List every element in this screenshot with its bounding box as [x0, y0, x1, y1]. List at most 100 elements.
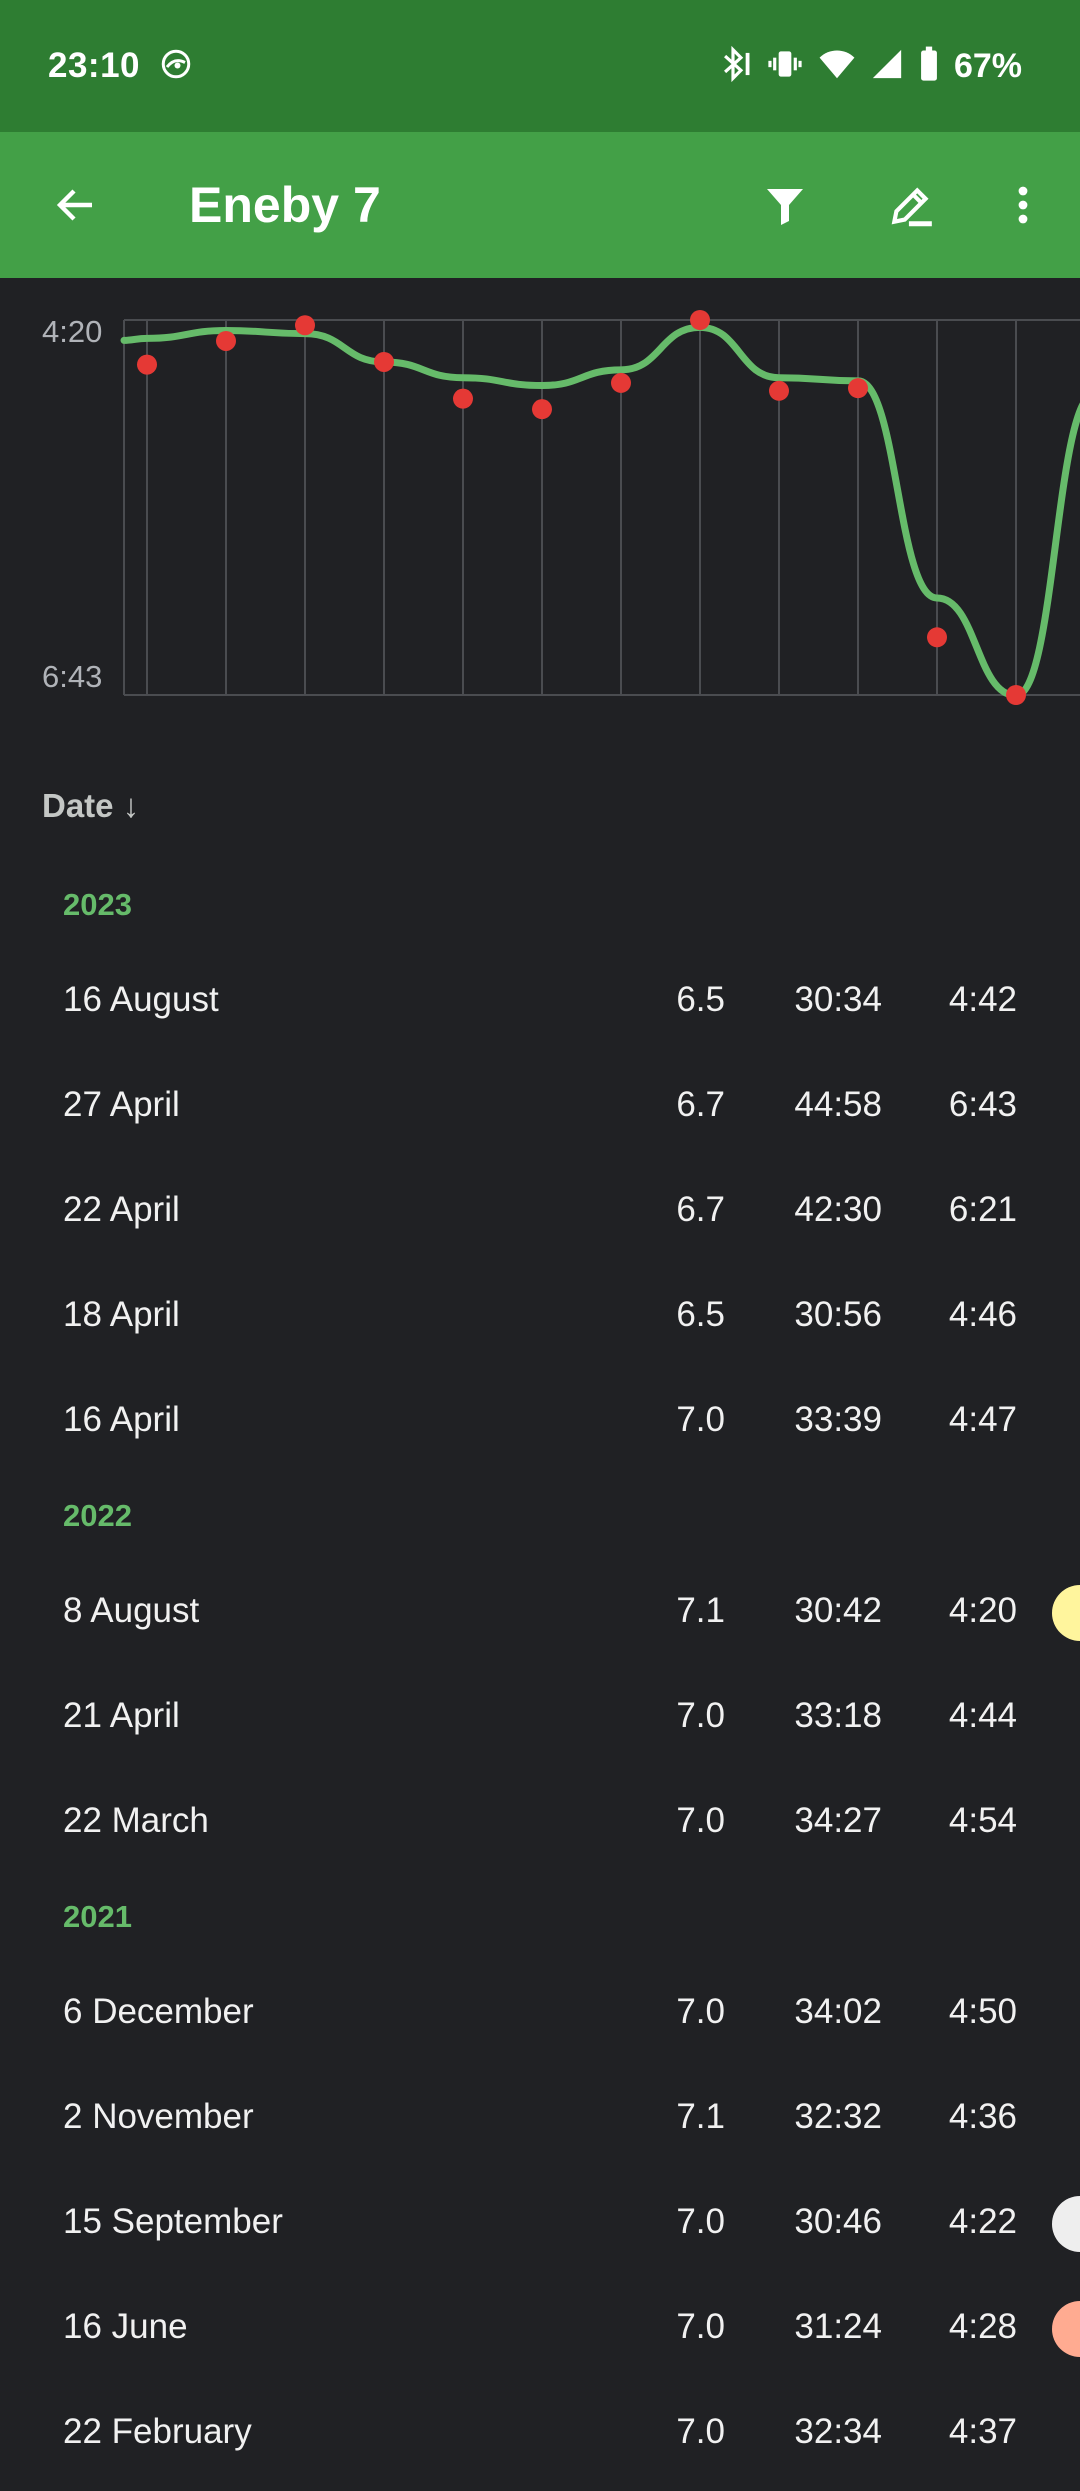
run-time: 30:34: [794, 980, 882, 1019]
list-item[interactable]: 16 April 7.0 33:39 4:47: [0, 1374, 1080, 1479]
run-date: 2 November: [63, 2097, 254, 2136]
run-date: 16 August: [63, 980, 219, 1019]
filter-icon: [767, 189, 803, 225]
run-pace: 4:22: [948, 2202, 1017, 2241]
run-score: 7.0: [676, 1801, 725, 1840]
run-time: 32:32: [794, 2097, 882, 2136]
list-item[interactable]: 22 April 6.7 42:30 6:21: [0, 1164, 1080, 1269]
run-pace: 4:44: [948, 1696, 1017, 1735]
chart-point: [216, 330, 236, 351]
chart-point: [769, 380, 789, 401]
list-item[interactable]: 18 April 6.5 30:56 4:46: [0, 1269, 1080, 1374]
list-item[interactable]: 21 April 7.0 33:18 4:44: [0, 1670, 1080, 1775]
chart-point: [690, 310, 710, 330]
filter-button[interactable]: [749, 169, 821, 241]
list-item[interactable]: 6 December 7.0 34:02 4:50: [0, 1966, 1080, 2071]
run-score: 7.0: [676, 1400, 725, 1439]
list-item[interactable]: 22 February 7.0 32:34 4:37: [0, 2386, 1080, 2491]
list-item[interactable]: 22 March 7.0 34:27 4:54: [0, 1775, 1080, 1880]
chart-point: [1006, 685, 1026, 705]
run-time: 34:27: [794, 1801, 882, 1840]
run-time: 31:24: [794, 2307, 882, 2346]
run-score: 7.0: [676, 1992, 725, 2031]
app-bar: Eneby 7: [0, 132, 1080, 278]
run-date: 6 December: [63, 1992, 254, 2031]
ranking-marker: [1052, 2196, 1080, 2252]
run-pace: 6:21: [948, 1190, 1017, 1229]
run-score: 7.1: [676, 2097, 725, 2136]
year-header-2022: 2022: [63, 1498, 132, 1533]
more-options-button[interactable]: [987, 169, 1059, 241]
run-pace: 4:54: [948, 1801, 1017, 1840]
hotspot-icon: [158, 46, 194, 87]
run-pace: 4:50: [948, 1992, 1017, 2031]
run-date: 22 April: [63, 1190, 180, 1229]
back-arrow-icon: [56, 189, 92, 221]
chart-point: [295, 315, 315, 336]
run-date: 8 August: [63, 1591, 200, 1630]
list-item[interactable]: 2 November 7.1 32:32 4:36: [0, 2071, 1080, 2176]
run-pace: 4:47: [948, 1400, 1017, 1439]
ranking-marker: [1052, 1585, 1080, 1641]
run-time: 30:42: [794, 1591, 882, 1630]
chart-point: [453, 388, 473, 409]
chart-point: [137, 354, 157, 375]
ranking-marker: [1052, 2301, 1080, 2357]
status-time: 23:10: [48, 46, 141, 85]
run-score: 6.5: [676, 980, 725, 1019]
edit-button[interactable]: [875, 169, 947, 241]
page-title: Eneby 7: [189, 177, 381, 233]
pace-chart-svg: 4:20 6:43: [42, 310, 1080, 705]
signal-icon: [870, 47, 904, 86]
list-item[interactable]: 27 April 6.7 44:58 6:43: [0, 1059, 1080, 1164]
wifi-icon: [818, 45, 856, 88]
run-time: 44:58: [794, 1085, 882, 1124]
chart-point: [927, 627, 947, 648]
chart-point: [532, 399, 552, 420]
run-pace: 4:46: [948, 1295, 1017, 1334]
list-item[interactable]: 16 June 7.0 31:24 4:28: [0, 2281, 1080, 2386]
run-time: 33:39: [794, 1400, 882, 1439]
run-score: 7.1: [676, 1591, 725, 1630]
year-header-2023: 2023: [63, 887, 132, 922]
bluetooth-icon: [714, 45, 752, 88]
run-score: 7.0: [676, 2202, 725, 2241]
list-item[interactable]: 15 September 7.0 30:46 4:22: [0, 2176, 1080, 2281]
run-time: 42:30: [794, 1190, 882, 1229]
run-time: 34:02: [794, 1992, 882, 2031]
edit-icon: [891, 187, 932, 227]
run-pace: 4:28: [948, 2307, 1017, 2346]
sort-by-date-header[interactable]: Date ↓: [42, 778, 139, 834]
more-vert-icon: [1018, 186, 1028, 224]
chart-point: [374, 351, 394, 372]
run-date: 18 April: [63, 1295, 180, 1334]
chart-y-label-bottom: 6:43: [42, 659, 102, 694]
run-list: 2023 16 August 6.5 30:34 4:42 27 April 6.7 44:5…: [0, 868, 1080, 2491]
run-pace: 4:36: [948, 2097, 1017, 2136]
run-date: 27 April: [63, 1085, 180, 1124]
run-pace: 4:20: [948, 1591, 1017, 1630]
back-button[interactable]: [40, 169, 112, 241]
run-time: 33:18: [794, 1696, 882, 1735]
list-item[interactable]: 16 August 6.5 30:34 4:42: [0, 954, 1080, 1059]
run-date: 16 April: [63, 1400, 180, 1439]
run-score: 7.0: [676, 1696, 725, 1735]
battery-icon: [918, 45, 940, 88]
chart-point: [848, 378, 868, 399]
run-score: 6.7: [676, 1085, 725, 1124]
run-score: 6.7: [676, 1190, 725, 1229]
run-score: 6.5: [676, 1295, 725, 1334]
vibrate-icon: [766, 45, 804, 88]
status-bar: 23:10 67%: [0, 0, 1080, 132]
run-time: 30:56: [794, 1295, 882, 1334]
run-date: 21 April: [63, 1696, 180, 1735]
run-pace: 6:43: [948, 1085, 1017, 1124]
list-item[interactable]: 8 August 7.1 30:42 4:20: [0, 1565, 1080, 1670]
run-score: 7.0: [676, 2307, 725, 2346]
chart-point: [611, 372, 631, 393]
pace-chart: 4:20 6:43: [0, 278, 1080, 738]
run-date: 22 March: [63, 1801, 209, 1840]
run-date: 15 September: [63, 2202, 283, 2241]
run-pace: 4:42: [948, 980, 1017, 1019]
year-header-2021: 2021: [63, 1899, 132, 1934]
